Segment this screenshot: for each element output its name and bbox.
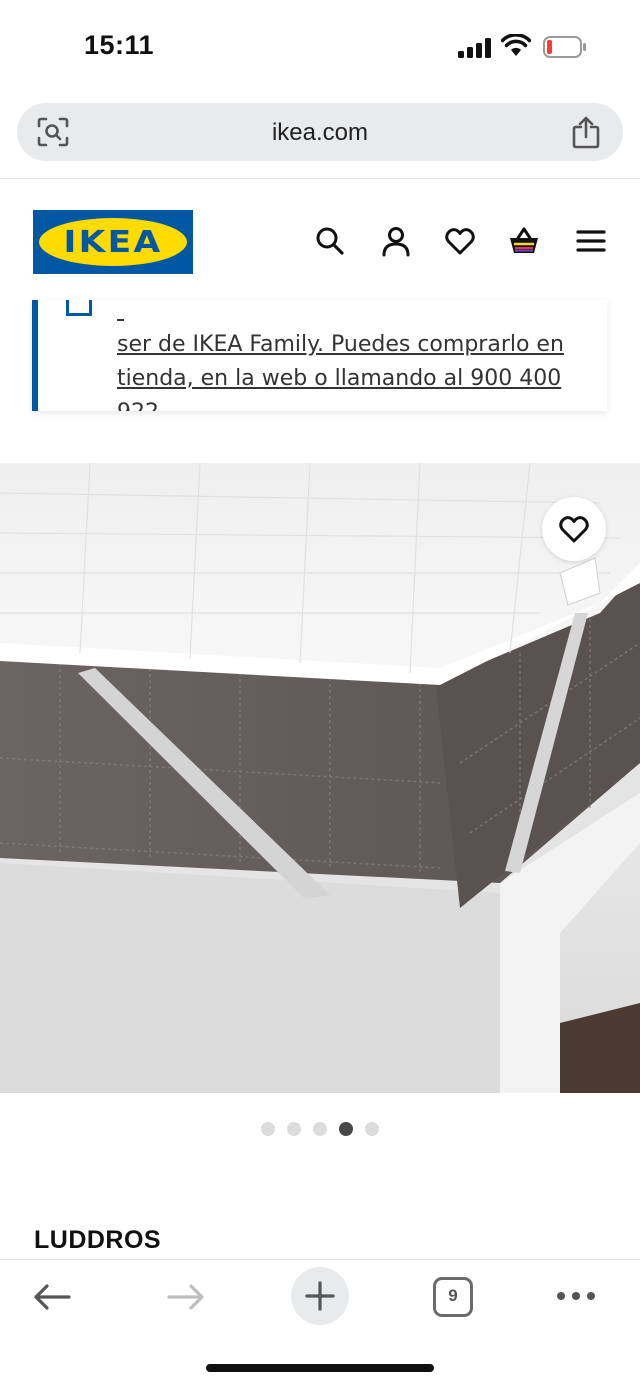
carousel-dot-active[interactable]	[339, 1122, 353, 1136]
cart-icon[interactable]	[508, 225, 540, 257]
carousel-dots	[261, 1122, 379, 1136]
address-bar[interactable]: ikea.com	[17, 103, 623, 161]
forward-arrow-icon[interactable]	[166, 1282, 206, 1312]
more-options-icon[interactable]	[556, 1286, 596, 1306]
back-arrow-icon[interactable]	[32, 1282, 72, 1312]
carousel-dot[interactable]	[313, 1122, 327, 1136]
product-name: LUDDROS	[34, 1226, 162, 1254]
status-time: 15:11	[84, 30, 155, 60]
carousel-dot[interactable]	[365, 1122, 379, 1136]
cellular-signal-icon	[458, 38, 491, 58]
checkbox-icon	[66, 300, 92, 316]
banner-line-1[interactable]: ser de IKEA Family. Puedes comprarlo en	[117, 328, 607, 362]
add-to-favourites-button[interactable]	[542, 497, 606, 561]
battery-icon	[543, 36, 586, 58]
search-icon[interactable]	[314, 225, 346, 257]
new-tab-button[interactable]	[291, 1267, 349, 1325]
user-icon[interactable]	[380, 225, 412, 257]
logo-text: IKEA	[63, 225, 163, 260]
status-bar: 15:11	[0, 0, 640, 96]
carousel-dot[interactable]	[261, 1122, 275, 1136]
share-icon[interactable]	[571, 115, 601, 149]
ikea-logo[interactable]: IKEA	[33, 210, 193, 274]
home-indicator	[206, 1364, 434, 1372]
mattress-protector-photo	[0, 463, 640, 1093]
tabs-button[interactable]: 9	[433, 1277, 473, 1317]
menu-icon[interactable]	[575, 225, 607, 257]
tab-count: 9	[448, 1286, 458, 1305]
carousel-dot[interactable]	[287, 1122, 301, 1136]
banner-clipped-line	[117, 300, 607, 328]
banner-line-2[interactable]: tienda, en la web o llamando al 900 400 …	[117, 362, 607, 411]
url-text[interactable]: ikea.com	[17, 119, 623, 147]
heart-icon[interactable]	[444, 225, 476, 257]
heart-icon	[559, 516, 589, 543]
wifi-icon	[501, 34, 531, 56]
plus-icon	[305, 1281, 335, 1311]
ikea-family-banner[interactable]: ser de IKEA Family. Puedes comprarlo en …	[32, 300, 607, 411]
banner-text[interactable]: ser de IKEA Family. Puedes comprarlo en …	[117, 300, 607, 411]
browser-toolbar: 9	[0, 1259, 640, 1387]
site-header: IKEA	[0, 179, 640, 307]
product-image[interactable]	[0, 463, 640, 1093]
